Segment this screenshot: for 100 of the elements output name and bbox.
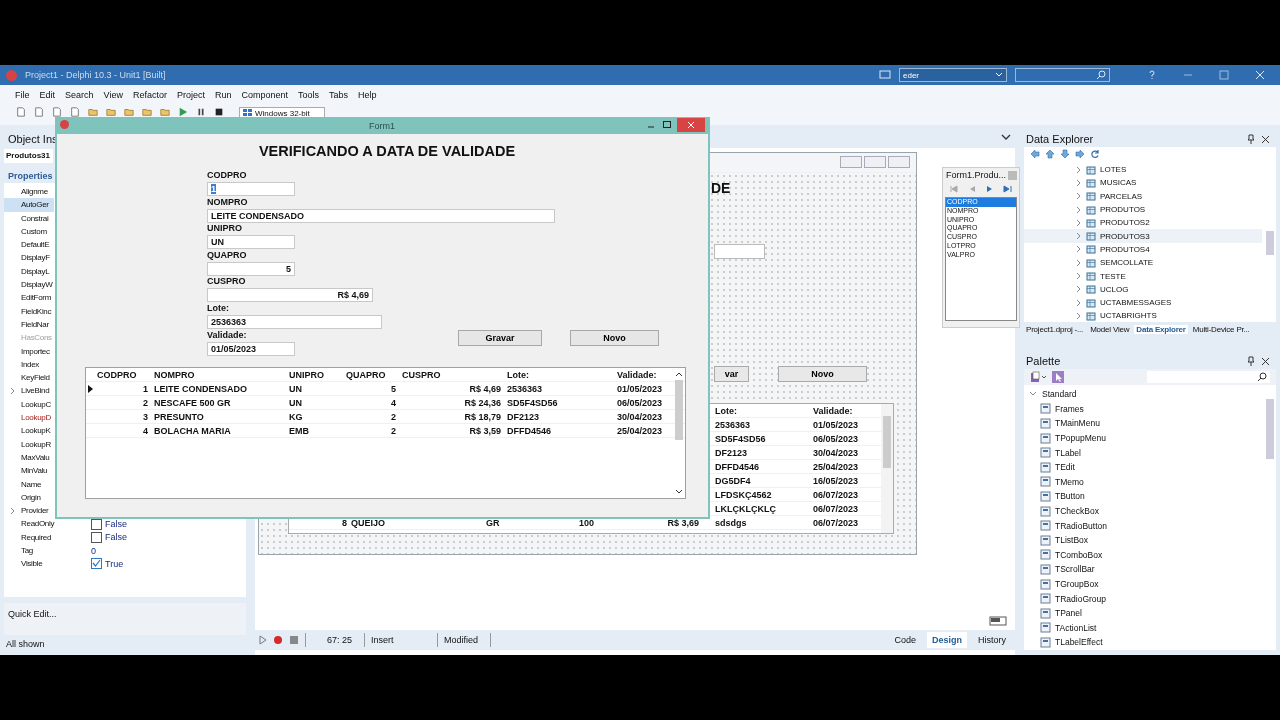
menu-item[interactable]: Help — [358, 90, 377, 100]
checkbox[interactable] — [91, 518, 102, 530]
property-name[interactable]: Importec — [4, 344, 54, 358]
menu-item[interactable]: View — [103, 90, 123, 100]
menu-item[interactable]: File — [15, 90, 30, 100]
palette-item[interactable]: TCheckBox — [1024, 503, 1262, 519]
tree-item[interactable]: SEMCOLLATE — [1024, 256, 1262, 270]
property-name[interactable]: AutoGer — [4, 198, 54, 212]
edit-field[interactable] — [714, 244, 765, 259]
menu-item[interactable]: Search — [65, 90, 94, 100]
row-indicator-icon[interactable] — [87, 384, 93, 393]
menu-item[interactable]: Component — [241, 90, 288, 100]
pointer-icon[interactable] — [1052, 371, 1064, 383]
checkbox[interactable] — [91, 531, 102, 543]
search-field[interactable] — [1015, 68, 1110, 82]
components-icon[interactable] — [1030, 371, 1048, 383]
property-name[interactable]: Constrai — [4, 211, 54, 225]
chevron-icon[interactable] — [1076, 311, 1082, 320]
play-icon[interactable] — [259, 635, 267, 645]
property-name[interactable]: Index — [4, 357, 54, 372]
pin-icon[interactable] — [1247, 134, 1255, 144]
input-field[interactable]: R$ 4,69 — [207, 288, 373, 303]
column-header[interactable]: Lote: — [715, 405, 737, 416]
tree-item[interactable]: TESTE — [1024, 269, 1262, 283]
window-icon[interactable] — [989, 616, 1007, 626]
property-name[interactable]: MaxValu — [4, 450, 54, 465]
palette-item[interactable]: TActionList — [1024, 620, 1262, 636]
novo-button[interactable]: Novo — [778, 366, 867, 382]
property-name[interactable]: LiveBind — [4, 384, 54, 398]
property-name[interactable]: MinValu — [4, 464, 54, 478]
chevron-icon[interactable] — [1076, 218, 1082, 227]
palette-item[interactable]: TRadioGroup — [1024, 591, 1262, 606]
close-icon[interactable] — [1261, 134, 1270, 144]
palette-item[interactable]: TComboBox — [1024, 547, 1262, 563]
property-name[interactable]: Required — [4, 530, 54, 544]
chevron-icon[interactable] — [10, 507, 16, 516]
chevron-icon[interactable] — [1076, 205, 1082, 214]
maximize-button[interactable] — [864, 156, 886, 168]
tree-item[interactable]: PRODUTOS — [1024, 202, 1262, 217]
minimize-button[interactable] — [840, 156, 862, 168]
close-button[interactable] — [677, 118, 705, 132]
quick-edit-link[interactable]: Quick Edit... — [4, 603, 246, 635]
palette-item[interactable]: TGroupBox — [1024, 576, 1262, 592]
column-header[interactable]: CUSPRO — [402, 369, 441, 380]
tree-item[interactable]: UCLOG — [1024, 282, 1262, 296]
palette-item[interactable]: TLabel — [1024, 445, 1262, 460]
property-name[interactable]: Tag — [4, 544, 54, 558]
search-field[interactable] — [1147, 371, 1270, 383]
first-record-icon[interactable] — [949, 185, 959, 193]
palette-item[interactable]: TEdit — [1024, 459, 1262, 475]
property-value[interactable]: False — [105, 519, 127, 530]
novo-button[interactable]: Novo — [570, 330, 659, 346]
column-header[interactable]: Validade: — [813, 405, 853, 416]
tree-item[interactable]: MUSICAS — [1024, 176, 1262, 190]
property-name[interactable]: Provider — [4, 504, 54, 518]
column-header[interactable]: CODPRO — [97, 369, 137, 380]
scroll-up-icon[interactable] — [674, 371, 683, 377]
palette-item[interactable]: TLabelEffect — [1024, 635, 1262, 650]
property-name[interactable]: LookupC — [4, 397, 54, 412]
input-field[interactable]: LEITE CONDENSADO — [207, 208, 555, 223]
view-tab[interactable]: Code — [889, 632, 921, 648]
menu-item[interactable]: Edit — [39, 90, 56, 100]
palette-item[interactable]: TMemo — [1024, 474, 1262, 490]
chevron-icon[interactable] — [1076, 192, 1082, 201]
chevron-icon[interactable] — [10, 387, 16, 396]
gravar-button[interactable]: Gravar — [458, 330, 542, 346]
record-icon[interactable] — [273, 635, 283, 645]
palette-item[interactable]: TListBox — [1024, 532, 1262, 548]
tree-item[interactable]: PRODUTOS4 — [1024, 242, 1262, 257]
arrow-down-icon[interactable] — [1060, 149, 1070, 159]
menu-item[interactable]: Tools — [298, 90, 319, 100]
property-name[interactable]: DisplayW — [4, 278, 54, 292]
panel-tab[interactable]: Model View — [1088, 325, 1132, 334]
column-header[interactable]: UNIPRO — [289, 369, 324, 380]
tree-item[interactable]: PRODUTOS3 — [1024, 229, 1262, 243]
property-name[interactable]: DefaultE — [4, 238, 54, 252]
chevron-icon[interactable] — [1076, 258, 1082, 267]
menu-item[interactable]: Project — [176, 90, 205, 100]
property-name[interactable]: ReadOnly — [4, 517, 54, 531]
column-header[interactable]: Validade: — [617, 369, 657, 380]
input-field[interactable]: UN — [207, 235, 295, 250]
palette-item[interactable]: TRadioButton — [1024, 518, 1262, 533]
dropdown-caret-icon[interactable] — [1001, 132, 1011, 141]
palette-item[interactable]: Frames — [1024, 401, 1262, 417]
menu-item[interactable]: Refactor — [132, 90, 167, 100]
tree-item[interactable]: PARCELAS — [1024, 189, 1262, 203]
page-icon[interactable] — [51, 107, 63, 117]
input-field[interactable]: 2536363 — [207, 315, 382, 329]
help-icon[interactable] — [1147, 70, 1157, 80]
tree-item[interactable]: LOTES — [1024, 163, 1262, 177]
property-value[interactable]: False — [105, 532, 127, 543]
palette-item[interactable]: TPanel — [1024, 605, 1262, 621]
menu-item[interactable]: Tabs — [329, 90, 349, 100]
desktop-icon[interactable] — [879, 70, 891, 80]
chevron-icon[interactable] — [1076, 232, 1082, 241]
input-field[interactable]: 01/05/2023 — [207, 341, 295, 356]
close-icon[interactable] — [1261, 356, 1270, 366]
arrow-left-icon[interactable] — [1030, 149, 1040, 159]
category-item[interactable]: Standard — [1024, 387, 1262, 402]
chevron-icon[interactable] — [1076, 178, 1082, 187]
